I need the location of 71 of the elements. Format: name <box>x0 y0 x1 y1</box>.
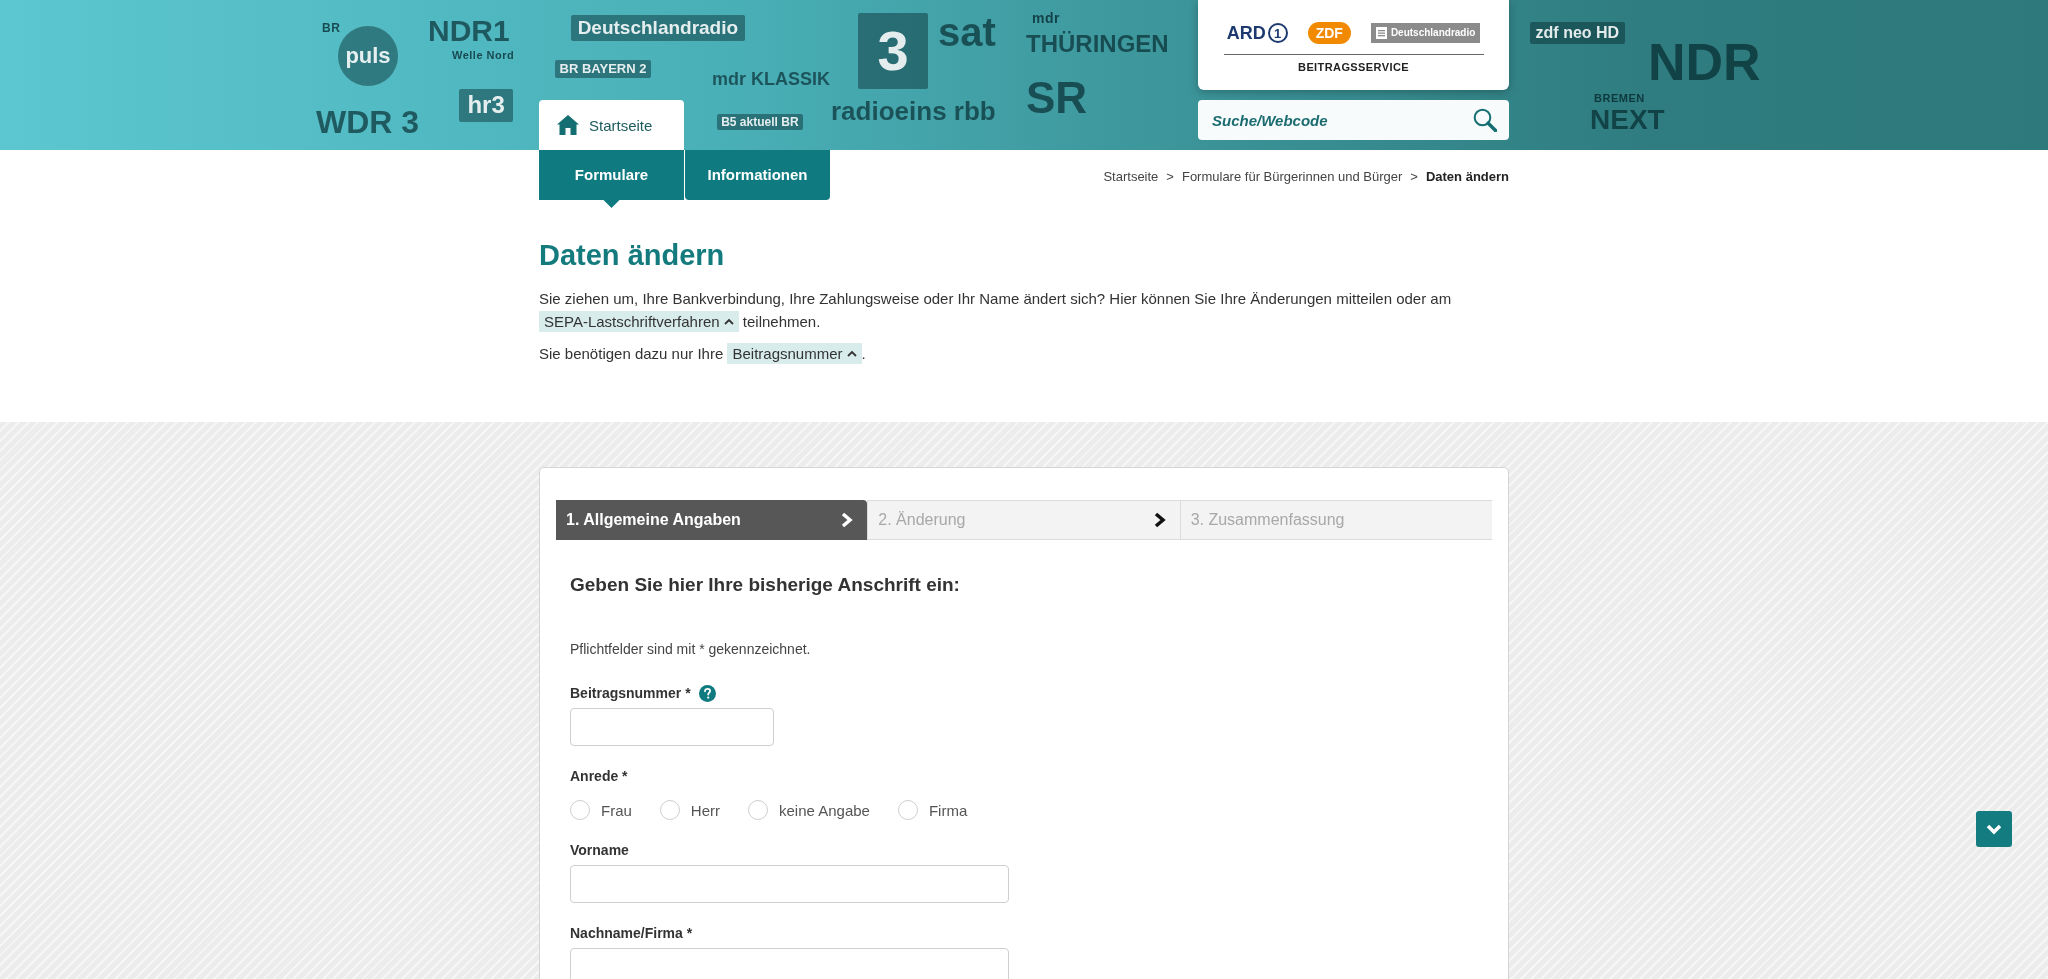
broadcaster-logo: NEXT <box>1590 106 1665 134</box>
breadcrumb-link[interactable]: Startseite <box>1103 169 1159 184</box>
caret-up-icon <box>723 318 734 325</box>
breadcrumb-link[interactable]: Formulare für Bürgerinnen und Bürger <box>1181 169 1403 184</box>
broadcaster-logo: B5 aktuell BR <box>717 114 803 131</box>
radio-label: keine Angabe <box>779 801 870 819</box>
broadcaster-logo: hr3 <box>459 89 514 122</box>
text-input[interactable] <box>570 865 1009 903</box>
broadcaster-logo: sat <box>938 12 996 52</box>
scroll-down-button[interactable] <box>1976 811 2012 847</box>
search-icon[interactable] <box>1473 108 1497 132</box>
text-input[interactable] <box>570 708 774 746</box>
breadcrumb-separator: > <box>1165 169 1175 184</box>
help-icon[interactable] <box>698 684 716 702</box>
logo-text: Deutschlandradio <box>1390 28 1476 38</box>
broadcaster-logo: BR BAYERN 2 <box>555 60 652 78</box>
caret-up-icon <box>846 350 857 357</box>
broadcaster-logo: puls <box>338 26 398 86</box>
radio-button[interactable] <box>897 800 918 820</box>
brand-caption: BEITRAGSSERVICE <box>1298 61 1409 73</box>
field-label: Beitragsnummer * <box>570 685 691 701</box>
chevron-right-icon <box>1153 512 1166 528</box>
breadcrumb-separator: > <box>1409 169 1419 184</box>
search-field[interactable]: Suche/Webcode <box>1198 100 1509 140</box>
step-label: 2. Änderung <box>878 511 966 529</box>
broadcaster-logo: NDR1 <box>428 16 510 46</box>
radio-button[interactable] <box>748 800 768 820</box>
text-input[interactable] <box>570 948 1009 979</box>
radio-button[interactable] <box>570 800 590 820</box>
field-label: Vorname <box>570 842 629 858</box>
step-label: 3. Zusammenfassung <box>1190 511 1345 529</box>
intro-text: Sie benötigen dazu nur Ihre Beitragsnummer . <box>539 342 867 365</box>
intro-text: Sie ziehen um, Ihre Bankverbindung, Ihre Zahlungsweise oder Ihr Name ändert sich? Hier können Sie Ihre Änderungen mitteilen oder am SEPA-Lastschriftverfahren teilnehmen. <box>539 289 1453 333</box>
broadcaster-logo: Deutschlandradio <box>571 15 745 41</box>
chevron-down-icon <box>1986 823 2002 835</box>
nav-tab[interactable]: Formulare <box>539 150 684 208</box>
glossary-link[interactable]: SEPA-Lastschriftverfahren <box>539 311 739 332</box>
chevron-right-icon <box>841 512 854 528</box>
broadcaster-logo: ZDF <box>1307 22 1351 44</box>
broadcaster-logo: THÜRINGEN <box>1026 32 1169 56</box>
broadcaster-logo: 3 <box>858 13 929 90</box>
glossary-link[interactable]: Beitragsnummer <box>727 343 862 364</box>
breadcrumb-current: Daten ändern <box>1425 169 1509 184</box>
broadcaster-logo: SR <box>1026 76 1088 120</box>
field-label: Nachname/Firma * <box>570 925 693 941</box>
logo-mark: 1 <box>1267 23 1288 43</box>
brand-logo-panel[interactable]: ARD 1 ZDF Deutschlandradio BEITRAGSSERVICE <box>1198 0 1509 90</box>
required-fields-note: Pflichtfelder sind mit * gekennzeichnet. <box>570 640 812 659</box>
house-icon <box>557 115 579 135</box>
radio-label: Herr <box>690 801 720 819</box>
radio-label: Firma <box>928 801 968 819</box>
search-input[interactable]: Suche/Webcode <box>1212 111 1465 129</box>
form-heading: Geben Sie hier Ihre bisherige Anschrift ein: <box>570 573 961 597</box>
broadcaster-logo: zdf neo HD <box>1530 22 1625 44</box>
radio-button[interactable] <box>659 800 680 820</box>
broadcaster-logo: Welle Nord <box>452 50 515 61</box>
field-label: Anrede * <box>570 768 628 784</box>
radio-label: Frau <box>601 801 632 819</box>
home-tab[interactable]: Startseite <box>539 100 684 150</box>
broadcaster-logo: BR <box>322 22 341 34</box>
broadcaster-logo: BREMEN <box>1594 93 1645 104</box>
broadcaster-logo: WDR 3 <box>316 106 420 138</box>
broadcaster-logo: NDR <box>1648 36 1761 88</box>
page-title: Daten ändern <box>539 238 726 273</box>
logo-text: ARD <box>1226 24 1266 42</box>
nav-tab[interactable]: Informationen <box>685 150 830 200</box>
step-label: 1. Allgemeine Angaben <box>566 511 741 529</box>
broadcaster-logo: mdr KLASSIK <box>712 70 830 88</box>
broadcaster-logo: mdr <box>1032 11 1060 25</box>
broadcaster-logo: radioeins rbb <box>831 98 996 124</box>
document-icon <box>1375 27 1387 39</box>
